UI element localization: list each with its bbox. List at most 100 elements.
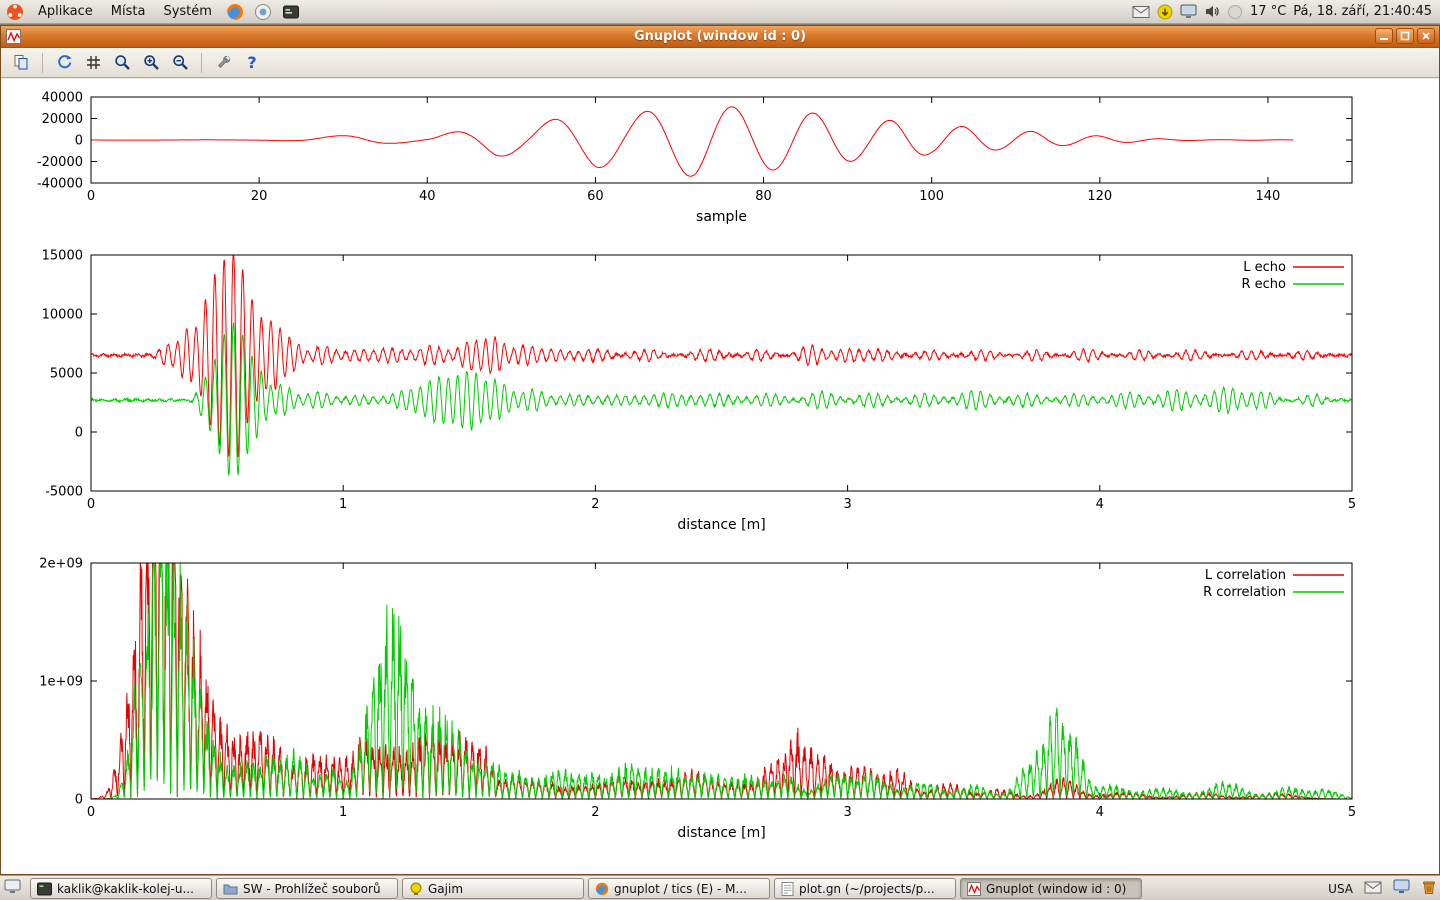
svg-text:120: 120	[1087, 189, 1112, 204]
taskbar-window-gnuplot[interactable]: Gnuplot (window id : 0)	[960, 878, 1142, 899]
help-icon: ?	[247, 53, 256, 72]
taskbar-window-text-editor[interactable]: plot.gn (~/projects/p...	[774, 878, 956, 899]
svg-text:0: 0	[87, 189, 95, 204]
svg-text:100: 100	[919, 189, 944, 204]
tray-screen-icon[interactable]	[1393, 879, 1410, 898]
chart-echo-signals[interactable]: 012345-5000050001000015000distance [m]L …	[1, 247, 1439, 547]
menu-places[interactable]: Místa	[102, 1, 155, 22]
svg-text:140: 140	[1256, 189, 1281, 204]
minimize-button[interactable]	[1375, 28, 1393, 44]
svg-text:15000: 15000	[42, 249, 83, 264]
svg-text:5: 5	[1348, 497, 1356, 512]
taskbar-window-label: kaklik@kaklik-kolej-u...	[57, 882, 205, 896]
svg-text:5000: 5000	[50, 367, 83, 382]
gnuplot-toolbar: ?	[1, 48, 1439, 78]
clock-label[interactable]: Pá, 18. září, 21:40:45	[1293, 4, 1432, 19]
replot-icon	[56, 54, 73, 71]
taskbar-window-file-browser[interactable]: SW - Prohlížeč souborů	[216, 878, 398, 899]
svg-text:0: 0	[75, 134, 83, 149]
zoom-out-button[interactable]	[167, 51, 193, 75]
svg-text:3: 3	[843, 805, 851, 820]
toolbar-separator	[42, 53, 43, 73]
svg-text:4: 4	[1096, 805, 1104, 820]
minimize-icon	[1379, 31, 1389, 41]
tray-update-icon[interactable]	[1157, 4, 1173, 20]
terminal-launcher-icon[interactable]	[277, 3, 305, 21]
gnuplot-icon	[967, 882, 981, 896]
svg-text:2e+09: 2e+09	[39, 557, 83, 572]
toggle-grid-button[interactable]	[80, 51, 106, 75]
gnuplot-window: Gnuplot (window id : 0)	[0, 25, 1440, 875]
temperature-label: 17 °C	[1250, 4, 1286, 19]
show-desktop-icon[interactable]	[4, 879, 21, 898]
taskbar-window-terminal[interactable]: kaklik@kaklik-kolej-u...	[30, 878, 212, 899]
svg-text:60: 60	[587, 189, 604, 204]
maximize-icon	[1400, 31, 1410, 41]
svg-text:3: 3	[843, 497, 851, 512]
toolbar-separator	[201, 53, 202, 73]
plot-canvas[interactable]: 020406080100120140-40000-200000200004000…	[1, 79, 1439, 874]
trash-icon[interactable]	[1421, 879, 1437, 899]
svg-text:1: 1	[339, 497, 347, 512]
tray-mail-icon[interactable]	[1364, 879, 1382, 898]
panel-tray-area: 17 °C Pá, 18. září, 21:40:45	[1132, 0, 1440, 23]
svg-text:0: 0	[75, 793, 83, 808]
chart-correlations[interactable]: 01234501e+092e+09distance [m]L correlati…	[1, 555, 1439, 855]
svg-text:2: 2	[591, 805, 599, 820]
copy-clipboard-button[interactable]	[8, 51, 34, 75]
firefox-launcher-icon[interactable]	[221, 3, 249, 21]
menu-applications[interactable]: Aplikace	[29, 1, 102, 22]
firefox-icon	[595, 882, 609, 896]
svg-text:0: 0	[87, 497, 95, 512]
svg-text:-20000: -20000	[37, 155, 83, 170]
taskbar-window-gajim[interactable]: Gajim	[402, 878, 584, 899]
svg-text:0: 0	[75, 426, 83, 441]
zoom-in-button[interactable]	[138, 51, 164, 75]
help-launcher-icon[interactable]	[249, 3, 277, 21]
gnome-top-panel: Aplikace Místa Systém 17 °C Pá, 18. září…	[0, 0, 1440, 24]
svg-text:80: 80	[755, 189, 772, 204]
svg-text:1: 1	[339, 805, 347, 820]
svg-text:1e+09: 1e+09	[39, 675, 83, 690]
svg-text:40000: 40000	[42, 91, 83, 106]
weather-icon[interactable]	[1227, 4, 1243, 20]
keyboard-layout-indicator[interactable]: USA	[1328, 882, 1353, 896]
tray-mail-icon[interactable]	[1132, 5, 1150, 19]
window-titlebar[interactable]: Gnuplot (window id : 0)	[1, 26, 1439, 48]
svg-text:0: 0	[87, 805, 95, 820]
taskbar-window-label: gnuplot / tics (E) - M...	[614, 882, 763, 896]
configure-button[interactable]	[210, 51, 236, 75]
svg-text:10000: 10000	[42, 308, 83, 323]
taskbar-window-firefox[interactable]: gnuplot / tics (E) - M...	[588, 878, 770, 899]
maximize-button[interactable]	[1396, 28, 1414, 44]
zoom-reset-button[interactable]	[109, 51, 135, 75]
svg-text:-40000: -40000	[37, 177, 83, 192]
grid-icon	[85, 54, 102, 71]
svg-text:-5000: -5000	[45, 485, 83, 500]
svg-text:20: 20	[251, 189, 268, 204]
copy-icon	[13, 54, 30, 71]
svg-text:5: 5	[1348, 805, 1356, 820]
replot-button[interactable]	[51, 51, 77, 75]
ubuntu-logo-icon[interactable]	[0, 3, 29, 21]
zoom-in-icon	[143, 54, 160, 71]
chart-chirp-signal[interactable]: 020406080100120140-40000-200000200004000…	[1, 91, 1439, 231]
help-button[interactable]: ?	[239, 51, 265, 75]
window-list: kaklik@kaklik-kolej-u... SW - Prohlížeč …	[30, 878, 1142, 899]
close-button[interactable]	[1417, 28, 1435, 44]
tray-display-icon[interactable]	[1180, 4, 1197, 19]
tray-volume-icon[interactable]	[1204, 4, 1220, 19]
zoom-reset-icon	[114, 54, 131, 71]
svg-text:40: 40	[419, 189, 436, 204]
gajim-icon	[409, 882, 423, 896]
svg-text:R correlation: R correlation	[1203, 585, 1286, 600]
svg-text:sample: sample	[696, 209, 747, 225]
window-title: Gnuplot (window id : 0)	[1, 29, 1439, 44]
svg-text:4: 4	[1096, 497, 1104, 512]
close-icon	[1421, 31, 1431, 41]
gnome-taskbar: kaklik@kaklik-kolej-u... SW - Prohlížeč …	[0, 875, 1440, 900]
panel-menu-area: Aplikace Místa Systém	[0, 0, 305, 23]
wrench-icon	[215, 54, 232, 71]
menu-system[interactable]: Systém	[154, 1, 220, 22]
svg-text:L echo: L echo	[1243, 260, 1286, 275]
